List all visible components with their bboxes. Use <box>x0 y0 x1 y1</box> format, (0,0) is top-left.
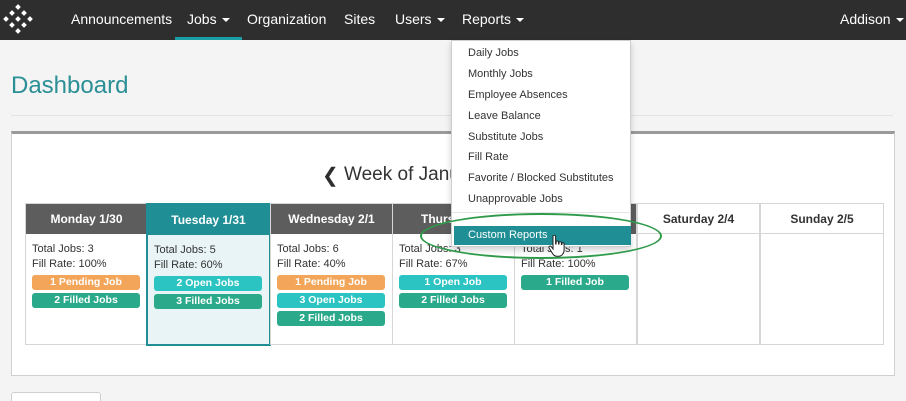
day-header: Wednesday 2/1 <box>271 204 392 234</box>
menu-item-substitute-jobs[interactable]: Substitute Jobs <box>468 131 543 143</box>
week-label: Week of Janu <box>344 164 460 185</box>
filled-jobs-badge[interactable]: 1 Filled Job <box>521 275 629 290</box>
page-title: Dashboard <box>11 72 129 99</box>
nav-users[interactable]: Users <box>395 0 445 40</box>
menu-item-fill-rate[interactable]: Fill Rate <box>468 151 508 163</box>
fill-rate: Fill Rate: 100% <box>521 258 596 270</box>
day-column-monday[interactable]: Monday 1/30 Total Jobs: 3 Fill Rate: 100… <box>25 203 148 345</box>
nav-announcements-label: Announcements <box>71 11 173 27</box>
chevron-left-icon[interactable]: ❮ <box>322 163 339 188</box>
nav-jobs[interactable]: Jobs <box>175 0 242 40</box>
pending-jobs-badge[interactable]: 1 Pending Job <box>32 275 140 290</box>
fill-rate: Fill Rate: 67% <box>399 258 468 270</box>
day-column-sunday[interactable]: Sunday 2/5 <box>760 203 884 345</box>
top-navbar: Announcements Jobs Organization Sites Us… <box>0 0 906 40</box>
pending-jobs-badge[interactable]: 1 Pending Job <box>277 275 385 290</box>
filled-jobs-badge[interactable]: 2 Filled Jobs <box>399 293 507 308</box>
menu-item-favorite-blocked[interactable]: Favorite / Blocked Substitutes <box>468 172 614 184</box>
total-jobs: Total Jobs: 3 <box>32 243 94 255</box>
menu-item-unapprovable-jobs[interactable]: Unapprovable Jobs <box>468 193 563 205</box>
menu-item-monthly-jobs[interactable]: Monthly Jobs <box>468 68 533 80</box>
day-column-saturday[interactable]: Saturday 2/4 <box>637 203 760 345</box>
chevron-down-icon <box>516 18 525 23</box>
total-jobs: Total Jobs: 5 <box>154 244 216 256</box>
chevron-down-icon <box>895 18 904 23</box>
nav-organization-label: Organization <box>247 11 327 27</box>
menu-item-leave-balance[interactable]: Leave Balance <box>468 110 541 122</box>
menu-item-employee-absences[interactable]: Employee Absences <box>468 89 568 101</box>
filled-jobs-badge[interactable]: 3 Filled Jobs <box>154 294 262 309</box>
nav-sites-label: Sites <box>344 11 376 27</box>
day-column-tuesday[interactable]: Tuesday 1/31 Total Jobs: 5 Fill Rate: 60… <box>146 203 271 346</box>
bottom-button[interactable] <box>11 392 101 401</box>
filled-jobs-badge[interactable]: 2 Filled Jobs <box>277 311 385 326</box>
day-header: Monday 1/30 <box>26 204 147 234</box>
user-name: Addison <box>840 11 891 27</box>
user-menu[interactable]: Addison <box>840 0 904 40</box>
chevron-down-icon <box>221 18 230 23</box>
day-column-wednesday[interactable]: Wednesday 2/1 Total Jobs: 6 Fill Rate: 4… <box>270 203 393 345</box>
nav-organization[interactable]: Organization <box>247 0 326 40</box>
menu-item-daily-jobs[interactable]: Daily Jobs <box>468 47 519 59</box>
open-jobs-badge[interactable]: 1 Open Job <box>399 275 507 290</box>
day-header: Sunday 2/5 <box>761 204 883 234</box>
hand-cursor-icon <box>548 235 565 257</box>
fill-rate: Fill Rate: 60% <box>154 259 223 271</box>
nav-users-label: Users <box>395 11 432 27</box>
nav-reports-label: Reports <box>462 11 512 27</box>
nav-reports[interactable]: Reports <box>462 0 525 40</box>
filled-jobs-badge[interactable]: 2 Filled Jobs <box>32 293 140 308</box>
open-jobs-badge[interactable]: 2 Open Jobs <box>154 276 262 291</box>
chevron-down-icon <box>436 18 445 23</box>
nav-announcements[interactable]: Announcements <box>71 0 172 40</box>
fill-rate: Fill Rate: 40% <box>277 258 346 270</box>
nav-sites[interactable]: Sites <box>344 0 375 40</box>
logo-icon[interactable] <box>0 2 36 38</box>
nav-jobs-label: Jobs <box>187 11 217 27</box>
highlight-annotation <box>420 213 662 259</box>
day-header: Tuesday 1/31 <box>148 205 269 235</box>
open-jobs-badge[interactable]: 3 Open Jobs <box>277 293 385 308</box>
fill-rate: Fill Rate: 100% <box>32 258 107 270</box>
total-jobs: Total Jobs: 6 <box>277 243 339 255</box>
